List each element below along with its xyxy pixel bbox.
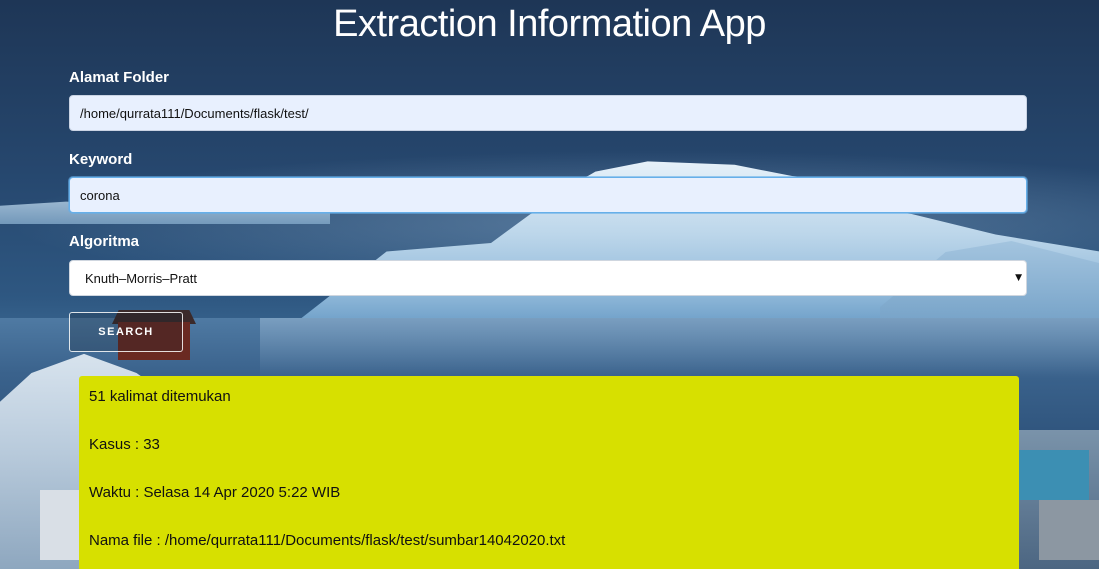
search-button[interactable]: SEARCH [69, 312, 183, 352]
algorithm-selected-value: Knuth–Morris–Pratt [85, 271, 197, 286]
result-filename: Nama file : /home/qurrata111/Documents/f… [89, 532, 566, 549]
folder-label: Alamat Folder [69, 69, 170, 86]
keyword-input[interactable] [69, 177, 1027, 213]
caret-down-icon: ▼ [1015, 273, 1022, 283]
page-title: Extraction Information App [333, 3, 766, 45]
app-container: Extraction Information App Alamat Folder… [0, 0, 1099, 569]
folder-input[interactable] [69, 95, 1027, 131]
algorithm-select[interactable]: Knuth–Morris–Pratt ▼ [69, 260, 1027, 296]
result-summary: 51 kalimat ditemukan [89, 388, 231, 405]
result-cases: Kasus : 33 [89, 436, 160, 453]
keyword-label: Keyword [69, 151, 133, 168]
result-time: Waktu : Selasa 14 Apr 2020 5:22 WIB [89, 484, 341, 501]
result-panel: 51 kalimat ditemukan Kasus : 33 Waktu : … [79, 376, 1019, 569]
algorithm-label: Algoritma [69, 233, 140, 250]
